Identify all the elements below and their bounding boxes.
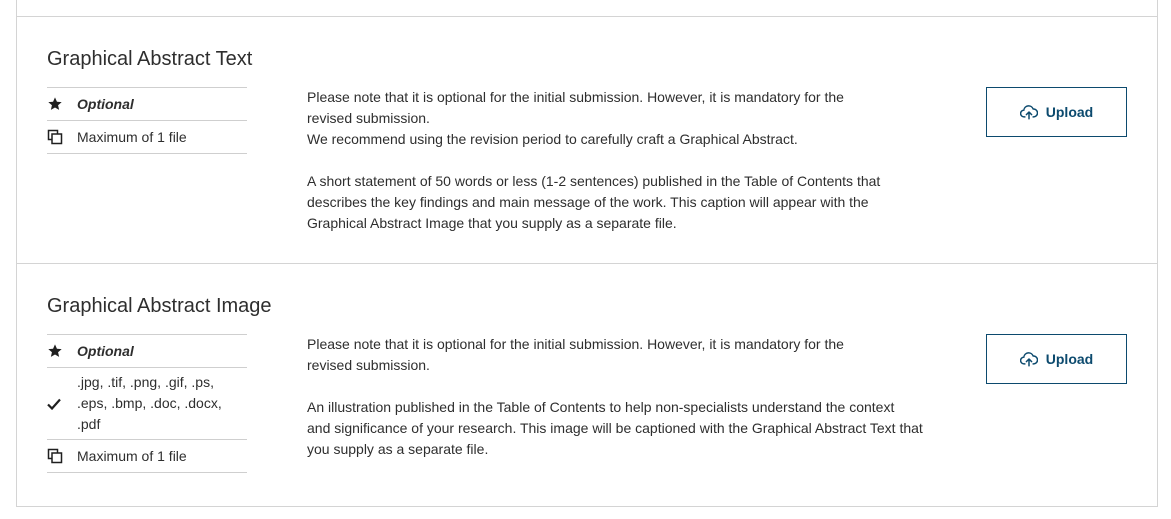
upload-button-graphical-abstract-text[interactable]: Upload xyxy=(986,87,1127,137)
description-line: A short statement of 50 words or less (1… xyxy=(307,173,881,189)
description-line: An illustration published in the Table o… xyxy=(307,399,895,415)
cloud-upload-icon xyxy=(1019,104,1038,120)
description-line: Graphical Abstract Image that you supply… xyxy=(307,215,677,231)
description-line: you supply as a separate file. xyxy=(307,441,489,457)
star-icon xyxy=(47,96,77,112)
max-files-label: Maximum of 1 file xyxy=(77,128,187,145)
meta-max-files: Maximum of 1 file xyxy=(47,439,247,473)
section-description-text: Please note that it is optional for the … xyxy=(307,87,967,234)
max-files-label: Maximum of 1 file xyxy=(77,447,187,464)
section-title-graphical-abstract-image: Graphical Abstract Image xyxy=(47,295,272,317)
upload-label: Upload xyxy=(1045,104,1094,120)
description-line: describes the key findings and main mess… xyxy=(307,194,869,210)
check-icon xyxy=(47,398,77,410)
star-icon xyxy=(47,343,77,359)
copy-icon xyxy=(47,129,77,145)
description-line: Please note that it is optional for the … xyxy=(307,336,844,352)
section-divider xyxy=(17,263,1157,264)
description-line: Please note that it is optional for the … xyxy=(307,89,844,105)
file-formats-list: .jpg, .tif, .png, .gif, .ps, .eps, .bmp,… xyxy=(77,372,222,435)
meta-max-files: Maximum of 1 file xyxy=(47,120,247,154)
meta-optional: Optional xyxy=(47,334,247,367)
cloud-upload-icon xyxy=(1019,351,1038,367)
section-meta-text: Optional Maximum of 1 file xyxy=(47,87,247,154)
description-line: We recommend using the revision period t… xyxy=(307,131,798,147)
section-meta-image: Optional .jpg, .tif, .png, .gif, .ps, .e… xyxy=(47,334,247,473)
meta-file-formats: .jpg, .tif, .png, .gif, .ps, .eps, .bmp,… xyxy=(47,367,247,439)
description-line: revised submission. xyxy=(307,110,430,126)
optional-label: Optional xyxy=(77,342,134,359)
upload-label: Upload xyxy=(1045,351,1094,367)
copy-icon xyxy=(47,448,77,464)
file-formats-line: .pdf xyxy=(77,416,101,432)
file-formats-line: .jpg, .tif, .png, .gif, .ps, xyxy=(77,374,214,390)
section-description-image: Please note that it is optional for the … xyxy=(307,334,967,460)
file-formats-line: .eps, .bmp, .doc, .docx, xyxy=(77,395,222,411)
description-line: revised submission. xyxy=(307,357,430,373)
meta-optional: Optional xyxy=(47,87,247,120)
optional-label: Optional xyxy=(77,95,134,112)
upload-panel: Graphical Abstract Text Optional Maximum… xyxy=(16,0,1158,507)
section-title-graphical-abstract-text: Graphical Abstract Text xyxy=(47,48,253,70)
section-divider xyxy=(17,16,1157,17)
description-line: and significance of your research. This … xyxy=(307,420,923,436)
upload-button-graphical-abstract-image[interactable]: Upload xyxy=(986,334,1127,384)
